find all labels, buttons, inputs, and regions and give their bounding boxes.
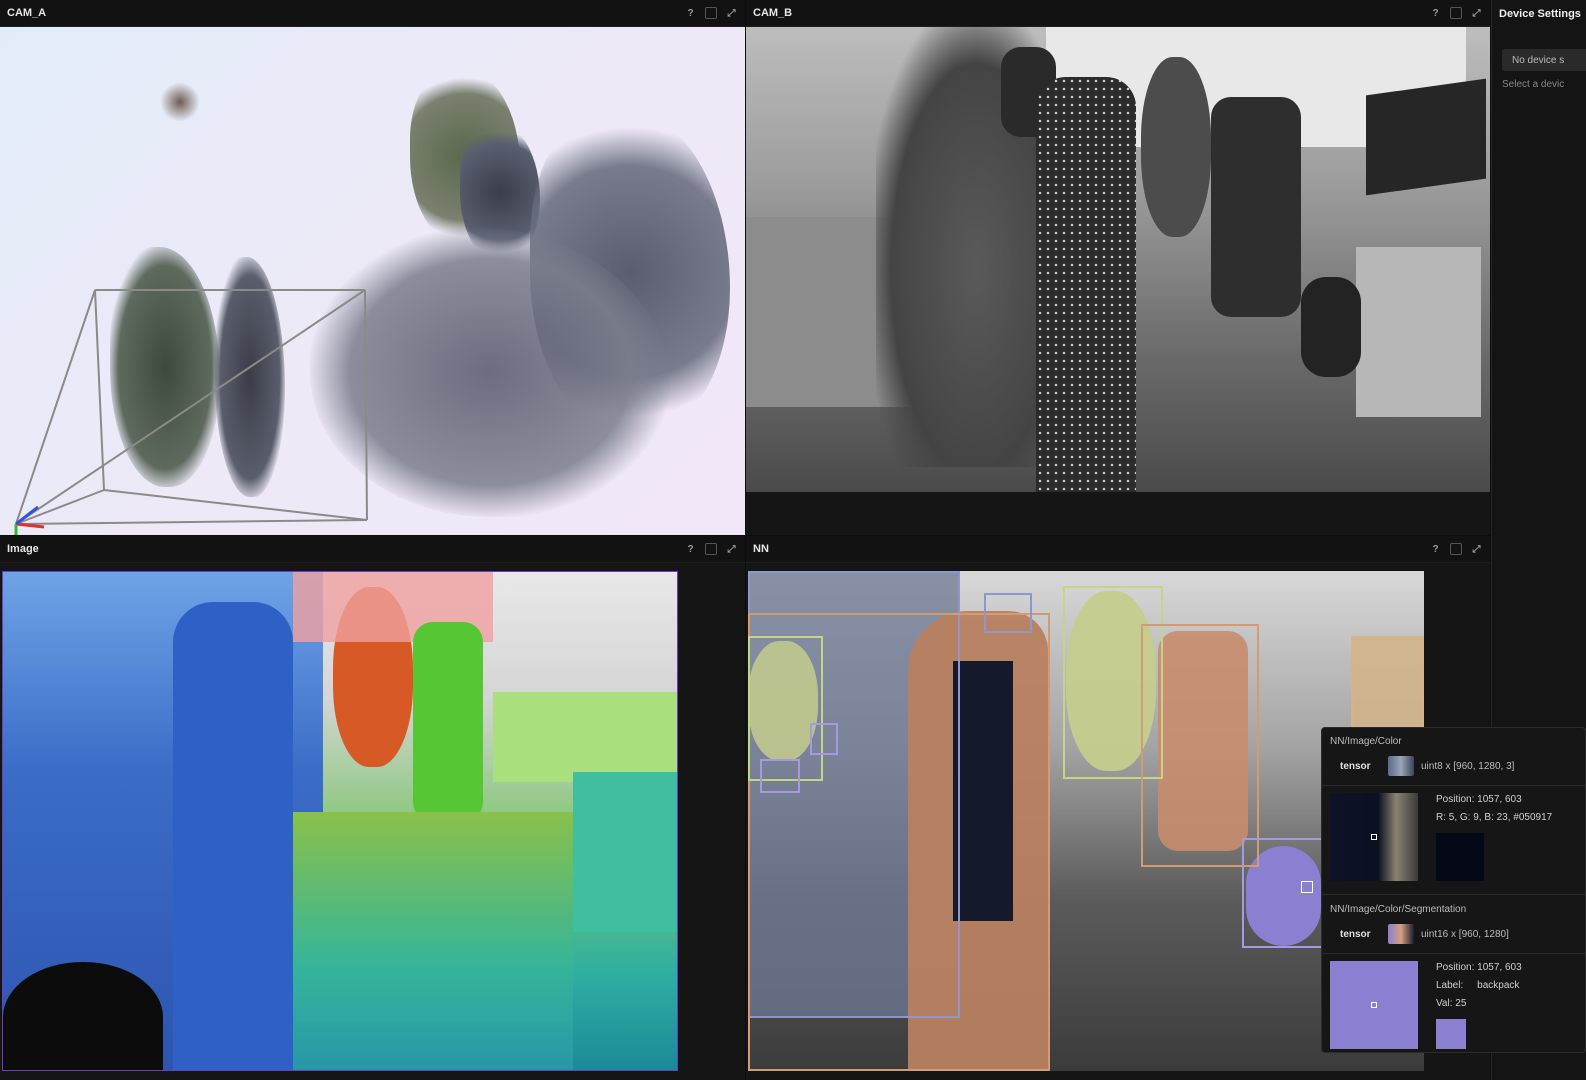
position-label: Position: <box>1436 962 1475 973</box>
depth-shadow-left <box>3 962 163 1070</box>
device-select-hint: Select a devic <box>1502 79 1565 90</box>
segmentation-thumbnail <box>1388 924 1414 944</box>
settings-icon[interactable] <box>1450 7 1462 19</box>
camera-frustum <box>14 289 368 535</box>
view-title: CAM_B <box>753 7 793 19</box>
settings-icon[interactable] <box>705 7 717 19</box>
depth-desk-green <box>493 692 677 782</box>
cam-a-header: CAM_A ? ⤢ <box>0 0 745 27</box>
bbox-office-chair[interactable] <box>1141 624 1259 867</box>
drawer-unit <box>1356 247 1481 417</box>
segmentation-swatch <box>1436 1019 1466 1049</box>
bbox-head-object[interactable] <box>984 593 1032 633</box>
plant <box>1141 57 1211 237</box>
color-tensor-row: tensor uint8 x [960, 1280, 3] <box>1340 756 1514 776</box>
cam-b-header: CAM_B ? ⤢ <box>746 0 1490 27</box>
bbox-cup[interactable] <box>760 759 800 793</box>
depth-floor <box>293 812 573 1070</box>
help-icon[interactable]: ? <box>684 7 697 20</box>
help-icon[interactable]: ? <box>1429 7 1442 20</box>
office-chair <box>1211 97 1301 317</box>
cam-a-view: CAM_A ? ⤢ <box>0 0 745 535</box>
no-device-button[interactable]: No device s <box>1502 49 1586 71</box>
segmentation-tensor-path: NN/Image/Color/Segmentation <box>1330 904 1467 915</box>
monitor <box>1366 78 1486 196</box>
image-header: Image ? ⤢ <box>0 536 745 563</box>
hover-tooltip: NN/Image/Color tensor uint8 x [960, 1280… <box>1321 727 1586 1053</box>
rgb-value: R: 5, G: 9, B: 23, #050917 <box>1436 812 1553 823</box>
help-icon[interactable]: ? <box>1429 543 1442 556</box>
color-zoom-preview <box>1330 793 1418 881</box>
view-title: NN <box>753 543 769 555</box>
depth-image-viewport[interactable] <box>0 563 745 1080</box>
maximize-icon[interactable]: ⤢ <box>725 7 738 20</box>
position-value: 1057, 603 <box>1477 794 1522 805</box>
label-value: backpack <box>1477 980 1520 991</box>
color-thumbnail <box>1388 756 1414 776</box>
depth-drawers <box>573 772 677 932</box>
tensor-label: tensor <box>1340 760 1371 772</box>
position-label: Position: <box>1436 794 1475 805</box>
color-swatch <box>1436 833 1484 881</box>
segmentation-zoom-preview <box>1330 961 1418 1049</box>
segmentation-tensor-row: tensor uint16 x [960, 1280] <box>1340 924 1509 944</box>
grayscale-image-viewport[interactable] <box>746 27 1490 535</box>
tensor-label: tensor <box>1340 928 1371 940</box>
grayscale-camera-image <box>746 27 1490 492</box>
nn-header: NN ? ⤢ <box>746 536 1490 563</box>
depth-chair-cover <box>173 602 293 1070</box>
zoom-center-marker <box>1371 834 1377 840</box>
bbox-wall-right[interactable] <box>1351 636 1424 736</box>
point-cloud-viewport[interactable] <box>0 27 745 535</box>
zoom-center-marker <box>1371 1002 1377 1008</box>
color-tensor-path: NN/Image/Color <box>1330 736 1402 747</box>
device-settings-title: Device Settings <box>1499 7 1581 20</box>
bbox-backpack[interactable] <box>1242 838 1324 948</box>
help-icon[interactable]: ? <box>684 543 697 556</box>
view-title: Image <box>7 543 39 555</box>
view-title: CAM_A <box>7 7 47 19</box>
depth-colormap-image <box>2 571 678 1071</box>
tensor-type-value: uint8 x [960, 1280, 3] <box>1421 760 1515 772</box>
maximize-icon[interactable]: ⤢ <box>1470 543 1483 556</box>
dotted-chair-cover <box>1036 77 1136 492</box>
hover-cursor-marker <box>1301 881 1313 893</box>
image-view: Image ? ⤢ <box>0 536 745 1080</box>
maximize-icon[interactable]: ⤢ <box>725 543 738 556</box>
settings-icon[interactable] <box>705 543 717 555</box>
backpack <box>1301 277 1361 377</box>
maximize-icon[interactable]: ⤢ <box>1470 7 1483 20</box>
settings-icon[interactable] <box>1450 543 1462 555</box>
val-label: Val: <box>1436 998 1453 1009</box>
color-pixel-info: Position: 1057, 603 R: 5, G: 9, B: 23, #… <box>1436 791 1552 827</box>
val-value: 25 <box>1455 998 1467 1009</box>
bbox-small-object[interactable] <box>810 723 838 755</box>
label-label: Label: <box>1436 980 1464 991</box>
cam-b-view: CAM_B ? ⤢ <box>746 0 1490 535</box>
position-value: 1057, 603 <box>1477 962 1522 973</box>
segmentation-pixel-info: Position: 1057, 603 Label: backpack Val:… <box>1436 959 1522 1013</box>
depth-chair-green <box>413 622 483 822</box>
tensor-type-value: uint16 x [960, 1280] <box>1421 928 1509 940</box>
